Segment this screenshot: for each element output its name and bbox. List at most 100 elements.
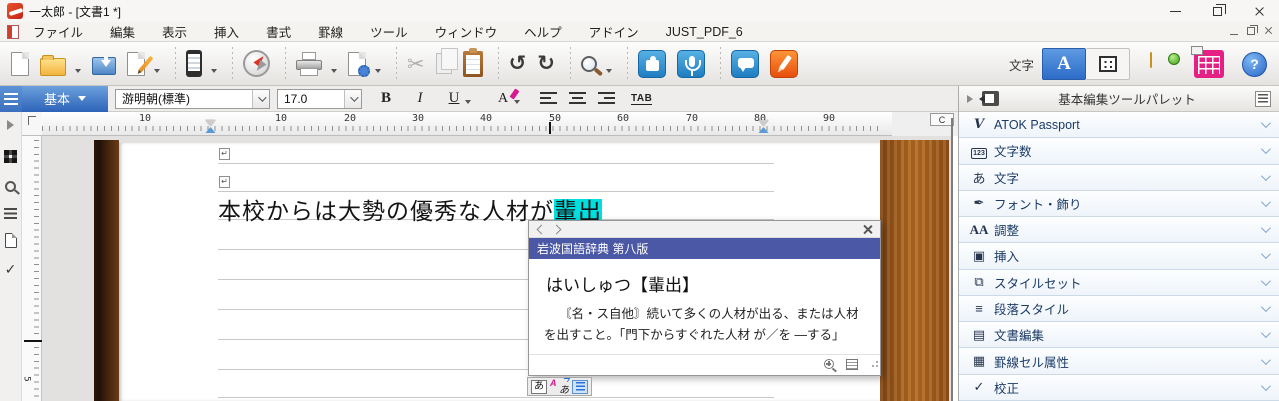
chevron-down-icon[interactable] [1261, 197, 1271, 207]
style-selector[interactable]: 基本 [22, 86, 108, 112]
menu-help[interactable]: ヘルプ [524, 22, 562, 41]
chevron-down-icon[interactable] [1261, 250, 1271, 260]
palette-layout-button[interactable] [1194, 50, 1224, 78]
palette-section-insert[interactable]: ▣挿入 [959, 243, 1279, 269]
font-color-button[interactable]: A [493, 91, 513, 107]
redo-button[interactable]: ↻ [534, 46, 558, 82]
addon-button[interactable] [635, 46, 669, 82]
bold-button[interactable]: B [376, 90, 396, 107]
menu-format[interactable]: 書式 [266, 22, 291, 41]
input-mode-button[interactable]: あ [531, 380, 547, 394]
dictionary-popup[interactable]: 岩波国語辞典 第八版 はいしゅつ【輩出】 〘名・ス自他〙続いて多くの人材が出る、… [528, 220, 881, 376]
palette-section-border-cell[interactable]: ▦罫線セル属性 [959, 348, 1279, 374]
mdi-minimize-icon[interactable] [1230, 34, 1238, 35]
list-view-icon[interactable] [4, 208, 17, 219]
marker-button[interactable] [767, 46, 801, 82]
candidate-list-button[interactable] [572, 380, 588, 394]
menu-tools[interactable]: ツール [370, 22, 408, 41]
prev-entry-icon[interactable] [537, 225, 547, 235]
vertical-ruler[interactable]: 5 10 [22, 136, 42, 401]
font-name-combo[interactable]: 游明朝(標準) [115, 89, 270, 109]
chevron-down-icon[interactable] [1261, 355, 1271, 365]
vertical-scrollbar[interactable] [951, 118, 953, 401]
paste-button[interactable] [460, 46, 486, 82]
file-palette-button[interactable] [1150, 53, 1180, 75]
popup-close-icon[interactable] [862, 224, 873, 235]
chevron-down-icon[interactable] [1261, 302, 1271, 312]
menu-addin[interactable]: アドイン [589, 22, 639, 41]
palette-section-adjust[interactable]: AA調整 [959, 217, 1279, 243]
restore-button[interactable] [1197, 0, 1237, 22]
zoom-dropdown-caret[interactable] [606, 69, 612, 73]
menu-window[interactable]: ウィンドウ [435, 22, 498, 41]
chevron-down-icon[interactable] [1261, 145, 1271, 155]
font-color-dropdown-caret[interactable] [514, 100, 520, 104]
ruler-corner[interactable] [22, 112, 42, 136]
new-document-button[interactable] [8, 46, 32, 82]
minimize-button[interactable] [1155, 0, 1195, 22]
menu-edit[interactable]: 編集 [110, 22, 135, 41]
font-size-combo[interactable]: 17.0 [277, 89, 362, 109]
zoom-button[interactable] [578, 46, 600, 82]
palette-section-doc-edit[interactable]: ▤文書編集 [959, 322, 1279, 348]
save-dropdown-caret[interactable] [154, 69, 160, 73]
palette-section-proofread[interactable]: ✓校正 [959, 375, 1279, 401]
menu-just-pdf[interactable]: JUST_PDF_6 [666, 25, 743, 39]
check-icon[interactable]: ✓ [5, 262, 17, 276]
align-right-button[interactable] [598, 92, 615, 105]
menu-border[interactable]: 罫線 [318, 22, 343, 41]
expand-arrow-icon[interactable] [7, 120, 14, 130]
horizontal-ruler[interactable]: 10 10 20 30 40 50 60 70 80 90 [42, 112, 892, 136]
entry-list-icon[interactable] [846, 359, 858, 370]
margin-marker-right[interactable] [759, 120, 770, 133]
underline-button[interactable]: U [444, 90, 464, 107]
chevron-down-icon[interactable] [1261, 328, 1271, 338]
mobile-dropdown-caret[interactable] [211, 69, 217, 73]
palette-section-style-set[interactable]: ⧉スタイルセット [959, 270, 1279, 296]
page-layout-icon[interactable] [4, 150, 17, 163]
mdi-restore-icon[interactable] [1247, 27, 1255, 35]
close-button[interactable] [1239, 0, 1279, 22]
save-button[interactable] [89, 46, 119, 82]
open-dropdown-caret[interactable] [75, 69, 81, 73]
mdi-close-icon[interactable] [1264, 26, 1273, 35]
print-settings-dropdown-caret[interactable] [375, 69, 381, 73]
align-left-button[interactable] [540, 92, 557, 105]
document-icon[interactable] [5, 233, 17, 248]
chevron-down-icon[interactable] [1261, 223, 1271, 233]
mobile-view-button[interactable] [183, 46, 205, 82]
font-size-dropdown[interactable] [344, 90, 361, 108]
tab-button[interactable]: TAB [631, 93, 652, 105]
chevron-down-icon[interactable] [1261, 276, 1271, 286]
palette-menu-icon[interactable] [1255, 91, 1271, 107]
conversion-button[interactable]: A あ [550, 379, 569, 394]
menu-file[interactable]: ファイル [33, 22, 83, 41]
text-mode-button[interactable]: A [1042, 48, 1086, 80]
menu-insert[interactable]: 挿入 [214, 22, 239, 41]
undo-button[interactable]: ↺ [506, 46, 530, 82]
print-button[interactable] [293, 46, 325, 82]
search-icon[interactable] [5, 181, 16, 192]
switch-palette-icon[interactable] [982, 91, 999, 106]
underline-dropdown-caret[interactable] [465, 100, 471, 104]
navigation-button[interactable] [240, 46, 273, 82]
print-dropdown-caret[interactable] [331, 69, 337, 73]
menu-view[interactable]: 表示 [162, 22, 187, 41]
align-center-button[interactable] [569, 92, 586, 105]
help-button[interactable]: ? [1242, 52, 1267, 77]
copy-button[interactable] [433, 46, 455, 82]
margin-marker-left[interactable] [206, 120, 217, 133]
palette-section-char-count[interactable]: 123文字数 [959, 138, 1279, 164]
cut-button[interactable]: ✂ [404, 46, 428, 82]
resize-grip[interactable] [872, 365, 874, 367]
palette-section-paragraph-style[interactable]: ≡段落スタイル [959, 296, 1279, 322]
voice-input-button[interactable] [674, 46, 708, 82]
comment-button[interactable] [728, 46, 762, 82]
font-name-dropdown[interactable] [252, 90, 269, 108]
chevron-down-icon[interactable] [1261, 381, 1271, 391]
open-button[interactable] [37, 46, 69, 82]
palette-section-atok-passport[interactable]: VATOK Passport [959, 112, 1279, 138]
save-as-button[interactable] [124, 46, 148, 82]
collapse-arrow-icon[interactable] [967, 95, 973, 103]
italic-button[interactable]: I [410, 90, 430, 107]
